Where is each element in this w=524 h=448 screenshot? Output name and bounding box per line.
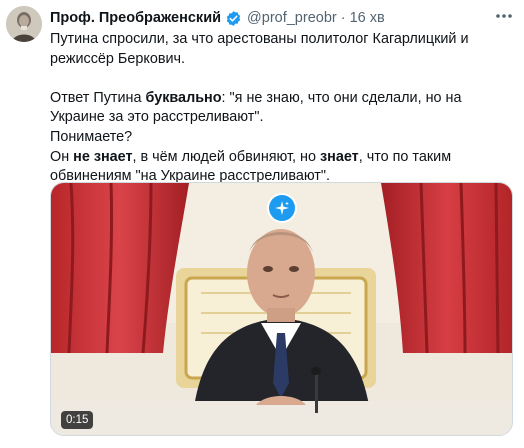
tweet-header: Проф. Преображенский @prof_preobr · 16 х… <box>50 8 494 28</box>
bold-text: буквально <box>145 89 222 106</box>
avatar[interactable] <box>6 6 42 42</box>
timestamp[interactable]: 16 хв <box>350 10 385 26</box>
media-overlay-button[interactable] <box>269 195 295 221</box>
bold-text: знает <box>319 148 359 165</box>
author-handle[interactable]: @prof_preobr <box>247 10 337 26</box>
text-span: , в чём людей обвиняют, но <box>132 148 320 165</box>
sparkle-icon <box>275 201 289 215</box>
text-span: Он <box>50 148 74 165</box>
bold-text: не знает <box>73 148 133 165</box>
video-duration-badge: 0:15 <box>61 411 94 429</box>
avatar-portrait-icon <box>6 6 42 42</box>
tweet-paragraph-2: Ответ Путина буквально: "я не знаю, что … <box>50 89 510 128</box>
more-options-button[interactable] <box>492 6 516 26</box>
tweet-paragraph-4: Он не знает, в чём людей обвиняют, но зн… <box>50 148 510 187</box>
tweet-paragraph-3: Понимаете? <box>50 128 133 145</box>
more-dots-icon <box>496 14 512 18</box>
text-span: Ответ Путина <box>50 89 146 106</box>
separator-dot: · <box>340 10 346 26</box>
tweet[interactable]: Проф. Преображенский @prof_preobr · 16 х… <box>0 0 524 448</box>
author-name[interactable]: Проф. Преображенский <box>50 10 221 26</box>
tweet-paragraph-1: Путина спросили, за что арестованы полит… <box>50 31 469 67</box>
verified-badge-icon <box>225 10 242 27</box>
tweet-text: Путина спросили, за что арестованы полит… <box>50 30 510 187</box>
video-player[interactable]: 0:15 <box>50 182 513 436</box>
